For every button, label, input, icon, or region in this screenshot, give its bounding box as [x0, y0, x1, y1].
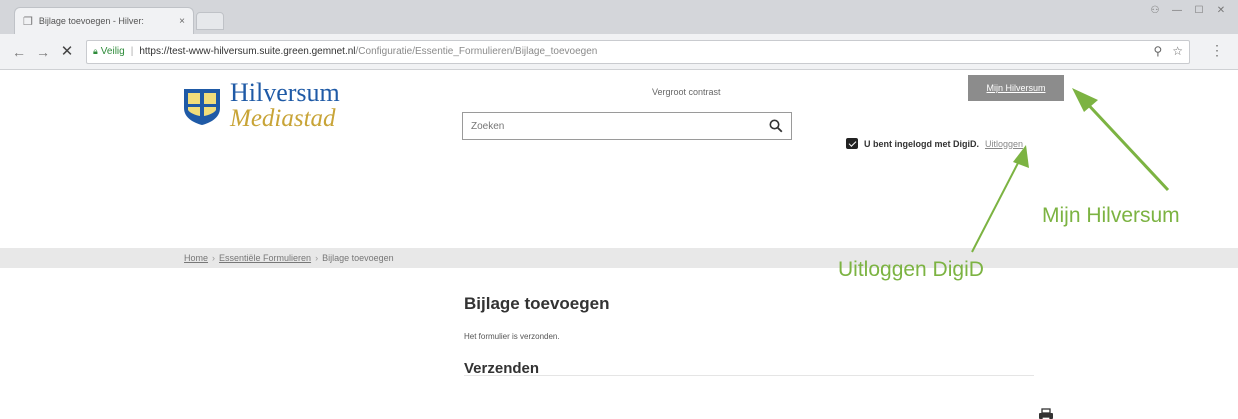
hilversum-shield-icon — [184, 88, 220, 125]
browser-tab[interactable]: ❐ Bijlage toevoegen - Hilver: × — [14, 7, 194, 34]
back-icon[interactable]: ← — [8, 41, 30, 63]
digid-icon — [846, 138, 858, 149]
breadcrumb-current: Bijlage toevoegen — [322, 253, 394, 263]
address-separator: | — [130, 46, 134, 57]
zoom-icon[interactable]: ⚲ — [1153, 44, 1162, 58]
contrast-link[interactable]: Vergroot contrast — [652, 87, 721, 97]
browser-tab-strip: ❐ Bijlage toevoegen - Hilver: × ⚇ — ☐ ✕ — [0, 0, 1238, 34]
secure-label: Veilig — [100, 46, 125, 57]
stop-loading-icon[interactable]: ✕ — [56, 41, 78, 63]
breadcrumb-separator: › — [315, 253, 319, 263]
url-path: /Configuratie/Essentie_Formulieren/Bijla… — [355, 46, 598, 57]
breadcrumb-essentiele-formulieren[interactable]: Essentiële Formulieren — [219, 253, 311, 263]
breadcrumb: Home › Essentiële Formulieren › Bijlage toev… — [184, 253, 394, 263]
address-bar-actions: ⚲ ☆ — [1153, 44, 1183, 58]
logo-text-mediastad: Mediastad — [230, 105, 336, 132]
page-favicon-icon: ❐ — [23, 15, 33, 28]
search-box — [462, 112, 792, 140]
tab-title: Bijlage toevoegen - Hilver: — [38, 16, 144, 26]
forward-icon[interactable]: → — [32, 41, 54, 63]
page-title: Bijlage toevoegen — [464, 294, 610, 313]
user-profile-icon[interactable]: ⚇ — [1148, 4, 1162, 18]
lock-icon: 🔒︎ — [93, 46, 98, 56]
address-bar[interactable]: 🔒︎ Veilig | https://test-www-hilversum.s… — [86, 39, 1190, 64]
section-divider — [464, 375, 1034, 376]
print-icon[interactable] — [1038, 408, 1054, 419]
window-controls: ⚇ — ☐ ✕ — [1148, 4, 1228, 18]
breadcrumb-home[interactable]: Home — [184, 253, 208, 263]
form-submitted-message: Het formulier is verzonden. — [464, 332, 560, 341]
web-page: Hilversum Mediastad Vergroot contrast Mi… — [0, 70, 1238, 419]
browser-toolbar: ← → ✕ 🔒︎ Veilig | https://test-www-hilve… — [0, 34, 1238, 70]
annotation-uitloggen-digid: Uitloggen DigiD — [838, 258, 984, 281]
minimize-icon[interactable]: — — [1170, 4, 1184, 18]
search-icon[interactable] — [769, 119, 783, 133]
close-window-icon[interactable]: ✕ — [1214, 4, 1228, 18]
new-tab-button[interactable] — [196, 12, 224, 30]
logo-text-hilversum: Hilversum — [230, 78, 340, 107]
logout-link[interactable]: Uitloggen — [985, 139, 1023, 149]
annotation-mijn-hilversum: Mijn Hilversum — [1042, 204, 1180, 227]
search-input[interactable] — [471, 120, 769, 132]
site-logo[interactable]: Hilversum Mediastad — [180, 80, 340, 131]
login-status-text: U bent ingelogd met DigiD. — [864, 138, 979, 149]
browser-menu-icon[interactable]: ⋮ — [1210, 42, 1224, 59]
screenshot: ❐ Bijlage toevoegen - Hilver: × ⚇ — ☐ ✕ … — [0, 0, 1238, 419]
url-host: https://test-www-hilversum.suite.green.g… — [139, 46, 356, 57]
breadcrumb-bar: Home › Essentiële Formulieren › Bijlage toev… — [0, 248, 1238, 268]
breadcrumb-separator: › — [212, 253, 216, 263]
login-status: U bent ingelogd met DigiD. Uitloggen — [846, 138, 1023, 149]
bookmark-star-icon[interactable]: ☆ — [1172, 44, 1183, 58]
tab-close-icon[interactable]: × — [179, 16, 185, 27]
mijn-hilversum-button[interactable]: Mijn Hilversum — [968, 75, 1064, 101]
maximize-icon[interactable]: ☐ — [1192, 4, 1206, 18]
logo-text: Hilversum Mediastad — [230, 78, 340, 132]
